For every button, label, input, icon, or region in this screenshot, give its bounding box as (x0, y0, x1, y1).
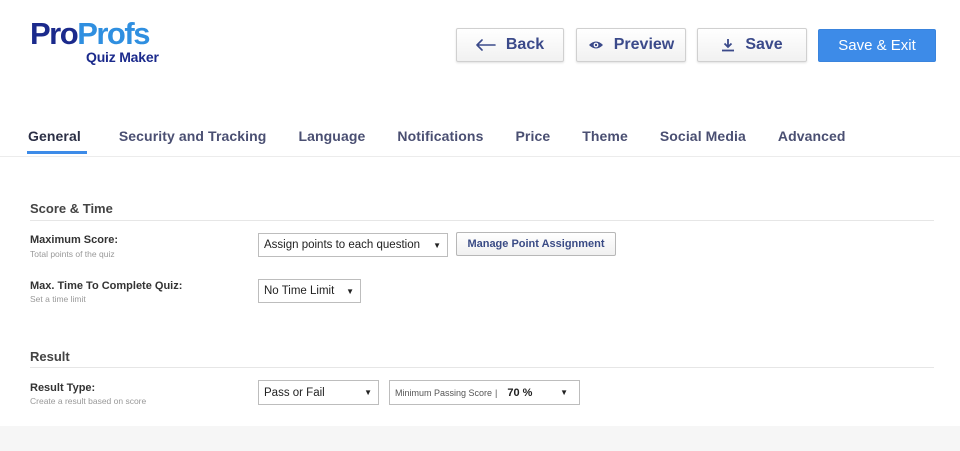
max-time-sublabel: Set a time limit (30, 294, 86, 304)
logo-subtitle: Quiz Maker (86, 49, 159, 65)
minimum-passing-score-select[interactable]: Minimum Passing Score | 70 % ▼ (389, 380, 580, 405)
tab-language[interactable]: Language (298, 128, 365, 154)
result-section-title: Result (30, 349, 70, 364)
tab-price[interactable]: Price (515, 128, 550, 154)
preview-button[interactable]: Preview (576, 28, 686, 62)
result-type-select-value: Pass or Fail (264, 386, 325, 399)
tab-advanced[interactable]: Advanced (778, 128, 846, 154)
settings-tabs: General Security and Tracking Language N… (27, 128, 878, 154)
max-time-label: Max. Time To Complete Quiz: (30, 280, 183, 292)
back-button-label: Back (505, 36, 545, 53)
download-icon (721, 38, 735, 52)
max-time-select-value: No Time Limit (264, 285, 335, 297)
manage-point-assignment-label: Manage Point Assignment (467, 238, 605, 250)
logo-part-profs: Profs (77, 16, 150, 51)
manage-point-assignment-button[interactable]: Manage Point Assignment (456, 232, 616, 256)
save-and-exit-button[interactable]: Save & Exit (818, 29, 936, 62)
save-button-label: Save (745, 36, 783, 53)
caret-down-icon: ▼ (364, 388, 372, 397)
save-button[interactable]: Save (697, 28, 807, 62)
bottom-shade (0, 426, 960, 451)
tab-security-and-tracking[interactable]: Security and Tracking (119, 128, 267, 154)
eye-icon (588, 40, 604, 50)
minimum-passing-score-separator: | (495, 387, 498, 398)
result-type-sublabel: Create a result based on score (30, 396, 147, 406)
result-type-label: Result Type: (30, 382, 96, 394)
tab-theme[interactable]: Theme (582, 128, 628, 154)
max-score-select[interactable]: Assign points to each question ▼ (258, 233, 448, 257)
max-score-label: Maximum Score: (30, 234, 119, 246)
result-type-select[interactable]: Pass or Fail ▼ (258, 380, 379, 405)
tabs-divider (0, 156, 960, 157)
back-button[interactable]: Back (456, 28, 564, 62)
tab-notifications[interactable]: Notifications (397, 128, 483, 154)
caret-down-icon: ▼ (433, 241, 441, 250)
result-divider (30, 367, 934, 368)
max-time-select[interactable]: No Time Limit ▼ (258, 279, 361, 303)
proprofs-logo: ProProfs Quiz Maker (30, 18, 180, 68)
max-score-sublabel: Total points of the quiz (30, 249, 115, 259)
minimum-passing-score-label: Minimum Passing Score (395, 387, 493, 398)
caret-down-icon: ▼ (560, 388, 568, 397)
max-score-select-value: Assign points to each question (264, 239, 420, 251)
score-time-section-title: Score & Time (30, 201, 113, 216)
score-time-divider (30, 220, 934, 221)
preview-button-label: Preview (613, 36, 675, 53)
caret-down-icon: ▼ (346, 287, 354, 296)
tab-social-media[interactable]: Social Media (660, 128, 746, 154)
logo-part-pro: Pro (30, 16, 79, 51)
minimum-passing-score-value: 70 % (507, 386, 533, 399)
save-and-exit-label: Save & Exit (838, 37, 916, 54)
arrow-left-icon (476, 39, 496, 51)
tab-general[interactable]: General (27, 128, 87, 154)
logo-wordmark: ProProfs (30, 18, 180, 50)
